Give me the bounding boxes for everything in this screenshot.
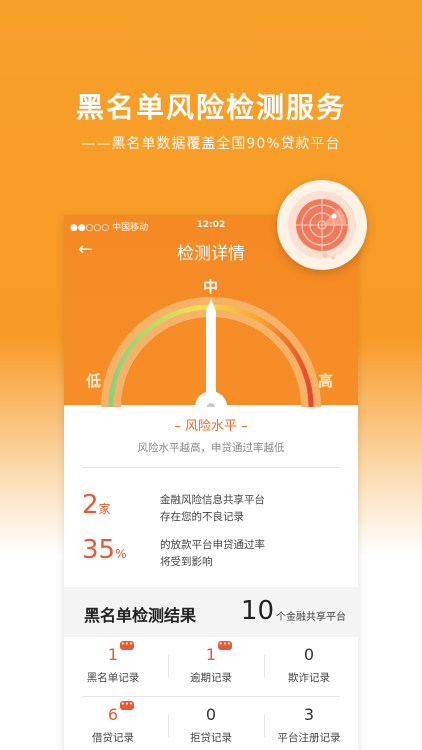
stat-row: 35% 的放款平台申贷通过率 将受到影响 xyxy=(82,535,342,575)
divider xyxy=(82,467,340,468)
stat-description: 金融风险信息共享平台 存在您的不良记录 xyxy=(160,494,265,523)
gauge-label-low: 低 xyxy=(86,372,102,390)
record-label: 欺诈记录 xyxy=(288,672,330,684)
radar-icon xyxy=(288,191,356,260)
record-label: 拒贷记录 xyxy=(190,732,232,744)
record-value: 0 xyxy=(303,645,315,664)
record-value: 3 xyxy=(303,705,315,724)
hero-title: 黑名单风险检测服务 xyxy=(75,91,346,124)
risk-level-title: – 风险水平 – xyxy=(174,419,248,434)
radar-badge xyxy=(277,180,367,270)
record-value: 1 ••• xyxy=(205,640,232,664)
risk-level-subtitle: 风险水平越高，申贷通过率越低 xyxy=(137,442,285,454)
divider xyxy=(82,696,340,697)
gauge-label-high: 高 xyxy=(318,372,334,390)
record-cell-overdue[interactable]: 1 ••• 逾期记录 xyxy=(162,640,260,693)
record-value: 6 ••• xyxy=(107,700,134,724)
record-value: 1 ••• xyxy=(107,640,134,664)
stat-value: 35% xyxy=(82,535,127,565)
phone-screen: ●●○○○ 中国移动 12:02 ← 检测详情 中 低 高 – 风险水平 – 风… xyxy=(64,215,358,750)
record-cell-loan[interactable]: 6 ••• 借贷记录 xyxy=(64,700,162,750)
record-label: 借贷记录 xyxy=(92,732,134,744)
record-value: 0 xyxy=(205,705,217,724)
message-badge-icon: ••• xyxy=(119,700,134,710)
stat-row: 2家 金融风险信息共享平台 存在您的不良记录 xyxy=(82,490,342,530)
gauge-label-mid: 中 xyxy=(203,278,219,296)
record-label: 平台注册记录 xyxy=(277,732,341,744)
message-badge-icon: ••• xyxy=(217,640,232,650)
result-count: 10 xyxy=(240,596,274,626)
stat-value: 2家 xyxy=(82,490,111,520)
result-header: 黑名单检测结果 10 个金融共享平台 xyxy=(64,587,358,637)
message-badge-icon: ••• xyxy=(119,640,134,650)
record-label: 逾期记录 xyxy=(190,672,232,684)
record-cell-registration[interactable]: 3 平台注册记录 xyxy=(260,705,358,750)
gauge-needle xyxy=(206,299,216,407)
hero-subtitle: ——黑名单数据覆盖全国90%贷款平台 xyxy=(81,136,341,152)
record-cell-fraud[interactable]: 0 欺诈记录 xyxy=(260,645,358,693)
record-cell-rejected[interactable]: 0 拒贷记录 xyxy=(162,705,260,750)
result-title: 黑名单检测结果 xyxy=(84,606,197,625)
stat-description: 的放款平台申贷通过率 将受到影响 xyxy=(160,539,265,568)
result-count-label: 个金融共享平台 xyxy=(276,612,346,623)
risk-level-block: – 风险水平 – 风险水平越高，申贷通过率越低 xyxy=(64,415,358,455)
record-label: 黑名单记录 xyxy=(86,672,140,684)
record-cell-blacklist[interactable]: 1 ••• 黑名单记录 xyxy=(64,640,162,693)
